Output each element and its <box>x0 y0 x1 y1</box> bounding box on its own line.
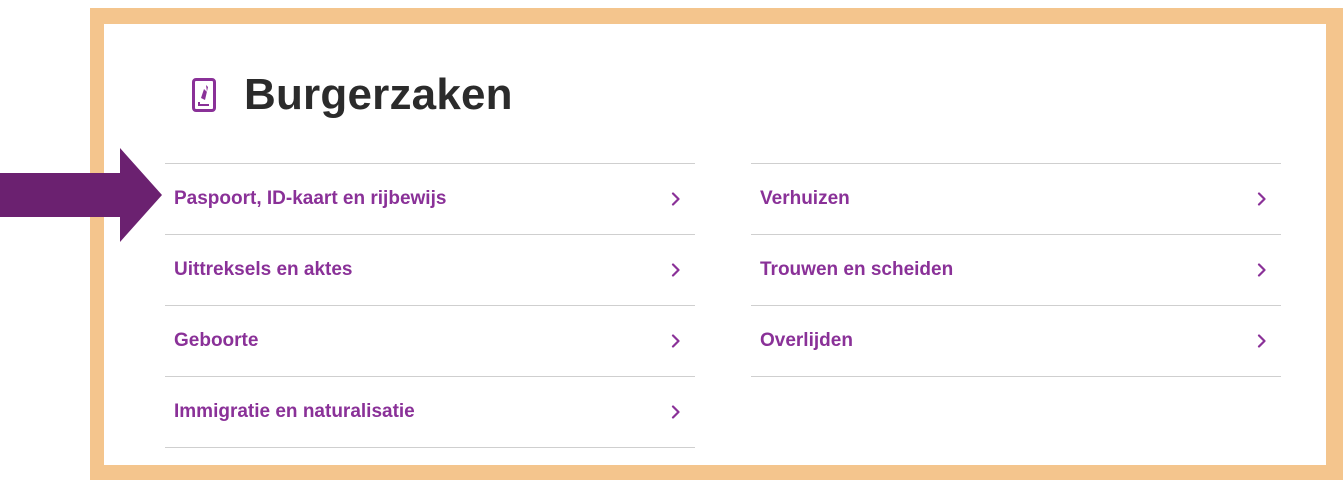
menu-item-label: Geboorte <box>174 330 259 351</box>
pointer-arrow-icon <box>0 148 162 247</box>
chevron-right-icon <box>1257 192 1267 206</box>
menu-item-immigratie[interactable]: Immigratie en naturalisatie <box>165 376 695 448</box>
menu-item-overlijden[interactable]: Overlijden <box>751 305 1281 377</box>
menu-item-label: Immigratie en naturalisatie <box>174 401 415 422</box>
menu-item-trouwen[interactable]: Trouwen en scheiden <box>751 234 1281 305</box>
menu-item-label: Uittreksels en aktes <box>174 259 353 280</box>
menu-column-left: Paspoort, ID-kaart en rijbewijs Uittreks… <box>165 163 695 448</box>
menu-column-right: Verhuizen Trouwen en scheiden Overlijden <box>751 163 1281 377</box>
chevron-right-icon <box>671 405 681 419</box>
menu-item-label: Overlijden <box>760 330 853 351</box>
menu-item-paspoort[interactable]: Paspoort, ID-kaart en rijbewijs <box>165 163 695 234</box>
chevron-right-icon <box>671 334 681 348</box>
menu-item-label: Trouwen en scheiden <box>760 259 954 280</box>
passport-icon <box>192 78 216 112</box>
highlight-frame: Burgerzaken Paspoort, ID-kaart en rijbew… <box>90 8 1343 480</box>
menu-item-uittreksels[interactable]: Uittreksels en aktes <box>165 234 695 305</box>
menu-item-label: Verhuizen <box>760 188 850 209</box>
menu-item-label: Paspoort, ID-kaart en rijbewijs <box>174 188 447 209</box>
chevron-right-icon <box>1257 263 1267 277</box>
page-title: Burgerzaken <box>244 70 513 119</box>
menu-item-verhuizen[interactable]: Verhuizen <box>751 163 1281 234</box>
section-heading: Burgerzaken <box>192 70 513 120</box>
burgerzaken-panel: Burgerzaken Paspoort, ID-kaart en rijbew… <box>104 24 1326 465</box>
chevron-right-icon <box>1257 334 1267 348</box>
chevron-right-icon <box>671 263 681 277</box>
chevron-right-icon <box>671 192 681 206</box>
menu-item-geboorte[interactable]: Geboorte <box>165 305 695 376</box>
